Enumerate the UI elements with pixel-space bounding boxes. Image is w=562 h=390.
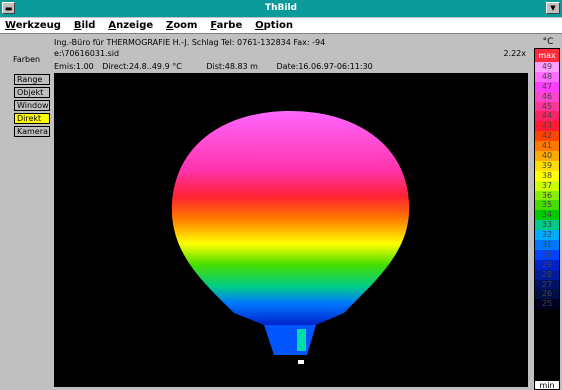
scale-level: 42 — [535, 131, 559, 142]
window-button[interactable]: Window — [14, 100, 50, 111]
balloon-highlight — [297, 329, 306, 351]
scale-level: 25 — [535, 299, 559, 310]
menu-werkzeug[interactable]: Werkzeug — [0, 18, 66, 33]
balloon-neck — [264, 325, 316, 355]
hot-air-balloon-thermal-image — [171, 111, 410, 364]
minimize-button[interactable]: ▼ — [546, 2, 560, 14]
scale-level: 27 — [535, 279, 559, 290]
range-button[interactable]: Range — [14, 74, 50, 85]
scale-levels: 49 48 47 46 45 44 43 42 41 40 39 38 37 36 35 34 33 32 31 30… — [535, 62, 559, 310]
scale-level: 43 — [535, 121, 559, 132]
scale-level: 46 — [535, 91, 559, 102]
menu-zoom[interactable]: Zoom — [161, 18, 202, 33]
scale-level: 41 — [535, 141, 559, 152]
company-line: Ing.-Büro für THERMOGRAFIE H.-J. Schlag … — [54, 38, 326, 47]
direct-range: Direct:24.8..49.9 °C — [102, 62, 182, 71]
scale-unit: °C — [542, 37, 554, 47]
scale-level: 36 — [535, 190, 559, 201]
scale-min-label: min — [534, 380, 560, 390]
scale-level: 48 — [535, 71, 559, 82]
kamera-button[interactable]: Kamera — [14, 126, 50, 137]
menu-farbe[interactable]: Farbe — [205, 18, 247, 33]
title-bar[interactable]: ▬ ThBild ▼ — [0, 0, 562, 17]
scale-level: 39 — [535, 160, 559, 171]
scale-level: 37 — [535, 180, 559, 191]
meta-line: Emis:1.00 Direct:24.8..49.9 °C Dist:48.8… — [54, 61, 373, 72]
scale-max-label: max — [535, 49, 559, 62]
zoom-level: 2.22x — [503, 49, 526, 58]
window-title: ThBild — [264, 3, 298, 13]
balloon-basket — [298, 360, 304, 364]
scale-level: 49 — [535, 62, 559, 72]
scale-level: 32 — [535, 230, 559, 241]
thermal-image-view[interactable] — [54, 73, 528, 387]
file-path: e:\70616031.sid — [54, 49, 120, 58]
distance: Dist:48.83 m — [206, 62, 258, 71]
scale-level: 38 — [535, 170, 559, 181]
scale-level: 40 — [535, 151, 559, 161]
farben-label: Farben — [13, 55, 41, 64]
menu-bild[interactable]: Bild — [69, 18, 101, 33]
balloon-envelope — [171, 111, 410, 325]
menu-option[interactable]: Option — [250, 18, 298, 33]
scale-level: 45 — [535, 101, 559, 112]
scale-level: 44 — [535, 111, 559, 122]
scale-level: 28 — [535, 269, 559, 280]
scale-level: 47 — [535, 81, 559, 92]
scale-level: 33 — [535, 220, 559, 231]
scale-level: 29 — [535, 259, 559, 270]
scale-level: 26 — [535, 289, 559, 300]
scale-level: 30 — [535, 249, 559, 260]
emis-value: Emis:1.00 — [54, 62, 94, 71]
objekt-button[interactable]: Objekt — [14, 87, 50, 98]
menu-bar: Werkzeug Bild Anzeige Zoom Farbe Option — [0, 18, 562, 34]
color-scale: max 49 48 47 46 45 44 43 42 41 40 39 38 37 36 35 34 33 32… — [534, 48, 560, 380]
triangle-down-icon: ▼ — [550, 4, 556, 12]
scale-level: 34 — [535, 210, 559, 221]
menu-anzeige[interactable]: Anzeige — [103, 18, 158, 33]
scale-level: 31 — [535, 240, 559, 250]
direkt-button[interactable]: Direkt — [14, 113, 50, 124]
scale-level: 35 — [535, 200, 559, 211]
thbild-window: ▬ ThBild ▼ Werkzeug Bild Anzeige Zoom Fa… — [0, 0, 562, 390]
date-time: Date:16.06.97-06:11:30 — [276, 62, 373, 71]
